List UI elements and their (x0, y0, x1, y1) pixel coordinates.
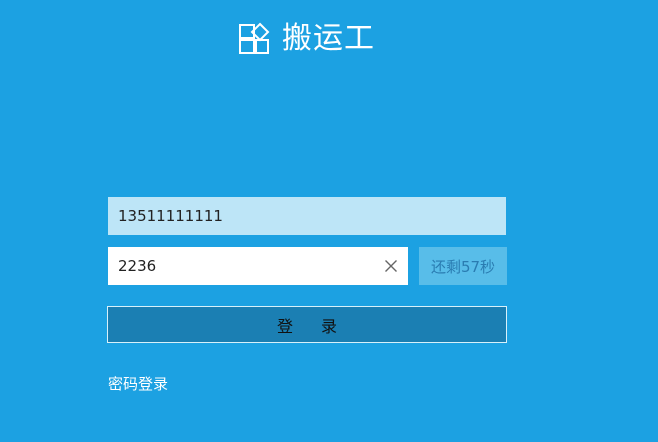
password-login-link[interactable]: 密码登录 (108, 374, 168, 394)
login-screen: 搬运工 还剩57秒 登录 密码登录 (0, 0, 658, 442)
resend-countdown-button: 还剩57秒 (419, 247, 507, 285)
phone-input[interactable] (108, 197, 506, 235)
verification-code-field (108, 247, 408, 285)
login-button[interactable]: 登录 (107, 306, 507, 343)
verification-code-input[interactable] (108, 247, 378, 285)
app-brand: 搬运工 (236, 18, 375, 60)
app-title: 搬运工 (282, 21, 375, 56)
app-logo-icon (239, 22, 270, 54)
close-icon[interactable] (384, 259, 398, 273)
